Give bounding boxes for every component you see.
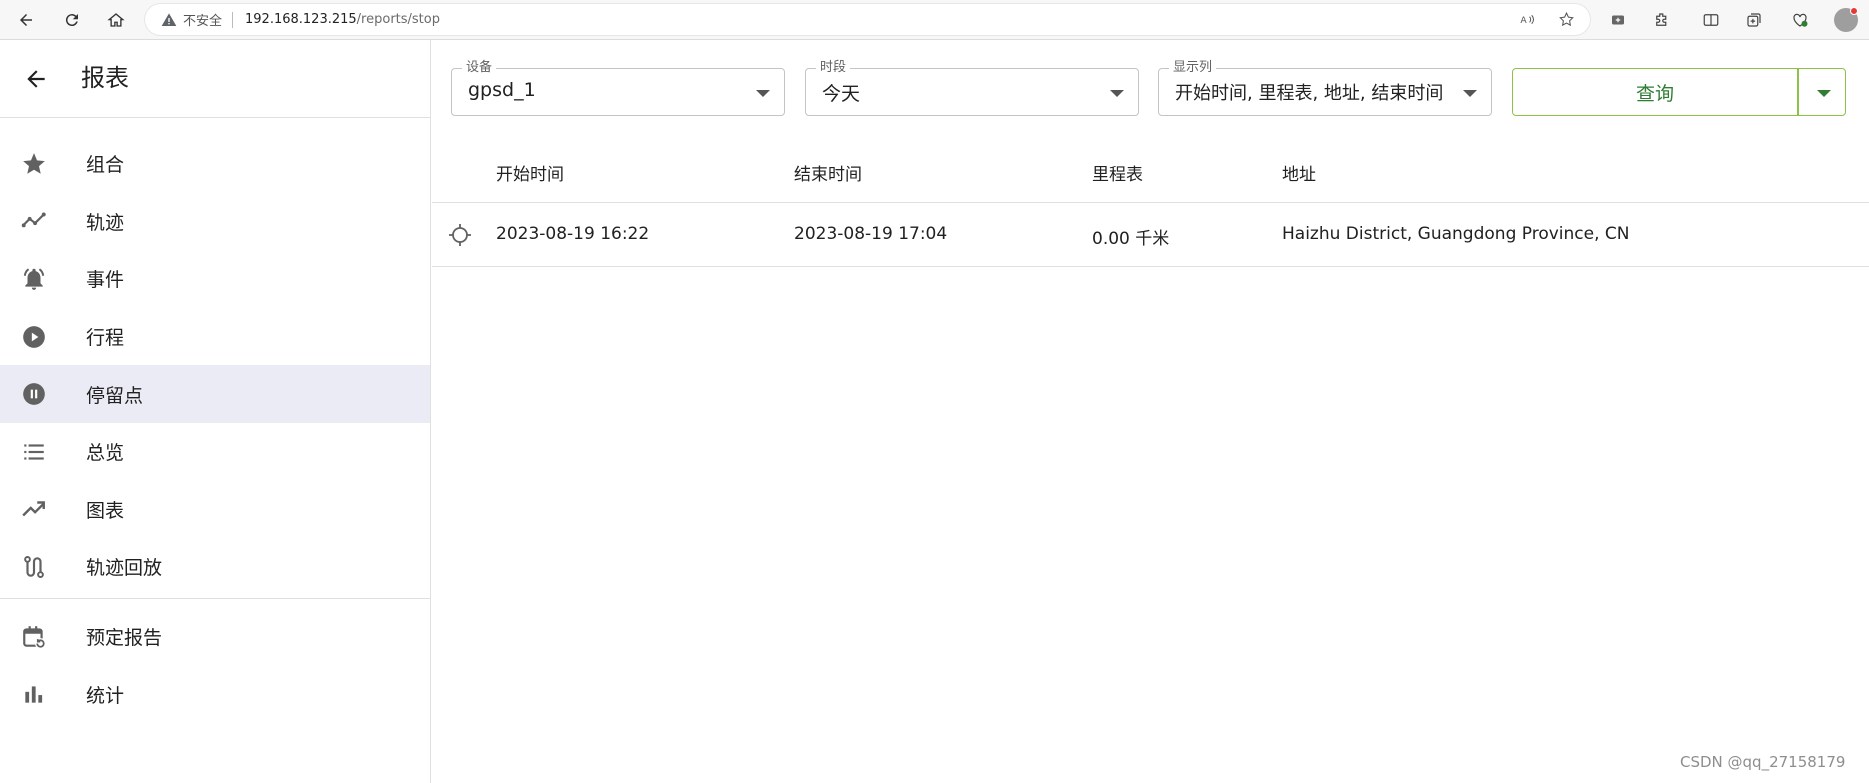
browser-essentials-button[interactable] bbox=[1788, 8, 1812, 32]
arrow-back-icon bbox=[27, 70, 45, 88]
watermark: CSDN @qq_27158179 bbox=[1680, 753, 1846, 771]
period-select-value: 今天 bbox=[822, 83, 861, 105]
reload-icon bbox=[65, 14, 78, 27]
back-button[interactable] bbox=[22, 65, 50, 93]
sidebar-item-scheduled[interactable]: 预定报告 bbox=[0, 608, 430, 666]
sidebar-item-label: 组合 bbox=[86, 154, 125, 177]
sidebar-item-label: 预定报告 bbox=[86, 627, 163, 650]
route-icon bbox=[20, 553, 48, 581]
table-header: 开始时间 结束时间 里程表 地址 bbox=[432, 140, 1869, 203]
columns-select-label: 显示列 bbox=[1169, 60, 1217, 76]
event-repeat-icon bbox=[20, 623, 48, 651]
sidebar-item-statistics[interactable]: 统计 bbox=[0, 666, 430, 724]
split-screen-icon bbox=[1703, 14, 1719, 26]
timeline-icon bbox=[20, 207, 48, 235]
home-icon bbox=[107, 13, 125, 27]
url-path: /reports/stop bbox=[356, 12, 440, 27]
read-aloud-button[interactable]: A bbox=[1516, 8, 1538, 30]
list-icon bbox=[20, 438, 48, 466]
extensions-button[interactable] bbox=[1650, 8, 1674, 32]
sidebar-item-label: 停留点 bbox=[86, 384, 144, 407]
pause-circle-icon bbox=[20, 380, 48, 408]
sidebar-item-combined[interactable]: 组合 bbox=[0, 135, 430, 193]
sidebar-item-events[interactable]: 事件 bbox=[0, 250, 430, 308]
sidebar-item-label: 事件 bbox=[86, 269, 125, 292]
report-menu: 组合 轨迹 事件 行程 停留点 总览 图表 轨迹回放 bbox=[0, 135, 430, 596]
chevron-down-icon bbox=[1110, 90, 1124, 97]
chevron-down-icon bbox=[1817, 90, 1831, 97]
cell-start-time: 2023-08-19 16:22 bbox=[496, 224, 650, 244]
device-select[interactable]: 设备 gpsd_1 bbox=[451, 60, 785, 116]
main-content: 设备 gpsd_1 时段 今天 显示列 开始时间, 里程表, 地址, 结束时间 … bbox=[432, 40, 1869, 783]
sidebar-item-label: 轨迹回放 bbox=[86, 557, 163, 580]
sidebar-item-summary[interactable]: 总览 bbox=[0, 423, 430, 481]
query-options-button[interactable] bbox=[1798, 68, 1846, 116]
page-title: 报表 bbox=[81, 64, 129, 92]
sidebar-item-label: 轨迹 bbox=[86, 211, 125, 234]
arrow-left-icon bbox=[20, 14, 32, 26]
report-menu-secondary: 预定报告 统计 bbox=[0, 608, 430, 723]
collections-button[interactable] bbox=[1742, 8, 1766, 32]
browser-back-button[interactable] bbox=[12, 6, 40, 34]
insecure-label: 不安全 bbox=[183, 14, 223, 29]
period-select[interactable]: 时段 今天 bbox=[805, 60, 1139, 116]
address-bar[interactable]: 不安全 192.168.123.215/reports/stop bbox=[145, 4, 1590, 35]
sidebar-item-stops[interactable]: 停留点 bbox=[0, 365, 430, 423]
star-outline-icon bbox=[1558, 11, 1574, 26]
cell-end-time: 2023-08-19 17:04 bbox=[794, 224, 948, 244]
cell-address: Haizhu District, Guangdong Province, CN bbox=[1282, 224, 1630, 244]
read-aloud-icon: A bbox=[1520, 14, 1534, 26]
sidebar: 报表 组合 轨迹 事件 行程 停留点 总览 图表 轨迹回放 预定报告 统计 bbox=[0, 40, 431, 783]
sidebar-item-label: 行程 bbox=[86, 327, 125, 350]
puzzle-icon bbox=[1656, 13, 1667, 26]
star-icon bbox=[20, 150, 48, 178]
sidebar-item-chart[interactable]: 图表 bbox=[0, 481, 430, 539]
sidebar-item-replay[interactable]: 轨迹回放 bbox=[0, 538, 430, 596]
column-header-end: 结束时间 bbox=[794, 165, 862, 185]
sidebar-header: 报表 bbox=[0, 40, 430, 118]
notifications-active-icon bbox=[20, 265, 48, 293]
split-screen-button[interactable] bbox=[1699, 8, 1723, 32]
query-button[interactable]: 查询 bbox=[1512, 68, 1798, 116]
device-select-value: gpsd_1 bbox=[468, 79, 536, 101]
extension-box-icon bbox=[1612, 15, 1624, 25]
address-separator bbox=[232, 11, 234, 28]
chevron-down-icon bbox=[1463, 90, 1477, 97]
sidebar-item-label: 图表 bbox=[86, 499, 125, 522]
play-circle-icon bbox=[20, 323, 48, 351]
favorite-button[interactable] bbox=[1555, 8, 1577, 30]
column-header-address: 地址 bbox=[1282, 165, 1316, 185]
column-header-odometer: 里程表 bbox=[1092, 165, 1143, 185]
columns-select-value: 开始时间, 里程表, 地址, 结束时间 bbox=[1175, 83, 1444, 104]
columns-select[interactable]: 显示列 开始时间, 里程表, 地址, 结束时间 bbox=[1158, 60, 1492, 116]
heart-pulse-icon bbox=[1793, 13, 1808, 27]
column-header-start: 开始时间 bbox=[496, 165, 564, 185]
chevron-down-icon bbox=[756, 90, 770, 97]
browser-reload-button[interactable] bbox=[58, 6, 86, 34]
sidebar-divider bbox=[0, 598, 430, 599]
device-select-label: 设备 bbox=[462, 60, 497, 76]
cell-odometer: 0.00 千米 bbox=[1092, 229, 1170, 249]
collections-icon bbox=[1747, 13, 1761, 27]
sidebar-item-trips[interactable]: 行程 bbox=[0, 308, 430, 366]
trending-up-icon bbox=[20, 495, 48, 523]
sidebar-item-label: 统计 bbox=[86, 684, 125, 707]
extension-button-1[interactable] bbox=[1606, 8, 1630, 32]
period-select-label: 时段 bbox=[816, 60, 851, 76]
svg-text:A: A bbox=[1520, 15, 1527, 26]
sidebar-item-route[interactable]: 轨迹 bbox=[0, 193, 430, 251]
browser-home-button[interactable] bbox=[102, 6, 130, 34]
sidebar-item-label: 总览 bbox=[86, 442, 125, 465]
stops-table: 开始时间 结束时间 里程表 地址 2023-08-19 16:22 2023-0… bbox=[432, 140, 1869, 267]
warning-icon bbox=[161, 12, 177, 26]
bar-chart-icon bbox=[20, 680, 48, 708]
browser-toolbar: 不安全 192.168.123.215/reports/stop A bbox=[0, 0, 1869, 40]
gps-locate-icon[interactable] bbox=[446, 221, 474, 249]
notification-dot bbox=[1850, 7, 1858, 15]
url-host: 192.168.123.215 bbox=[245, 12, 357, 27]
table-row[interactable]: 2023-08-19 16:22 2023-08-19 17:04 0.00 千… bbox=[432, 203, 1869, 267]
